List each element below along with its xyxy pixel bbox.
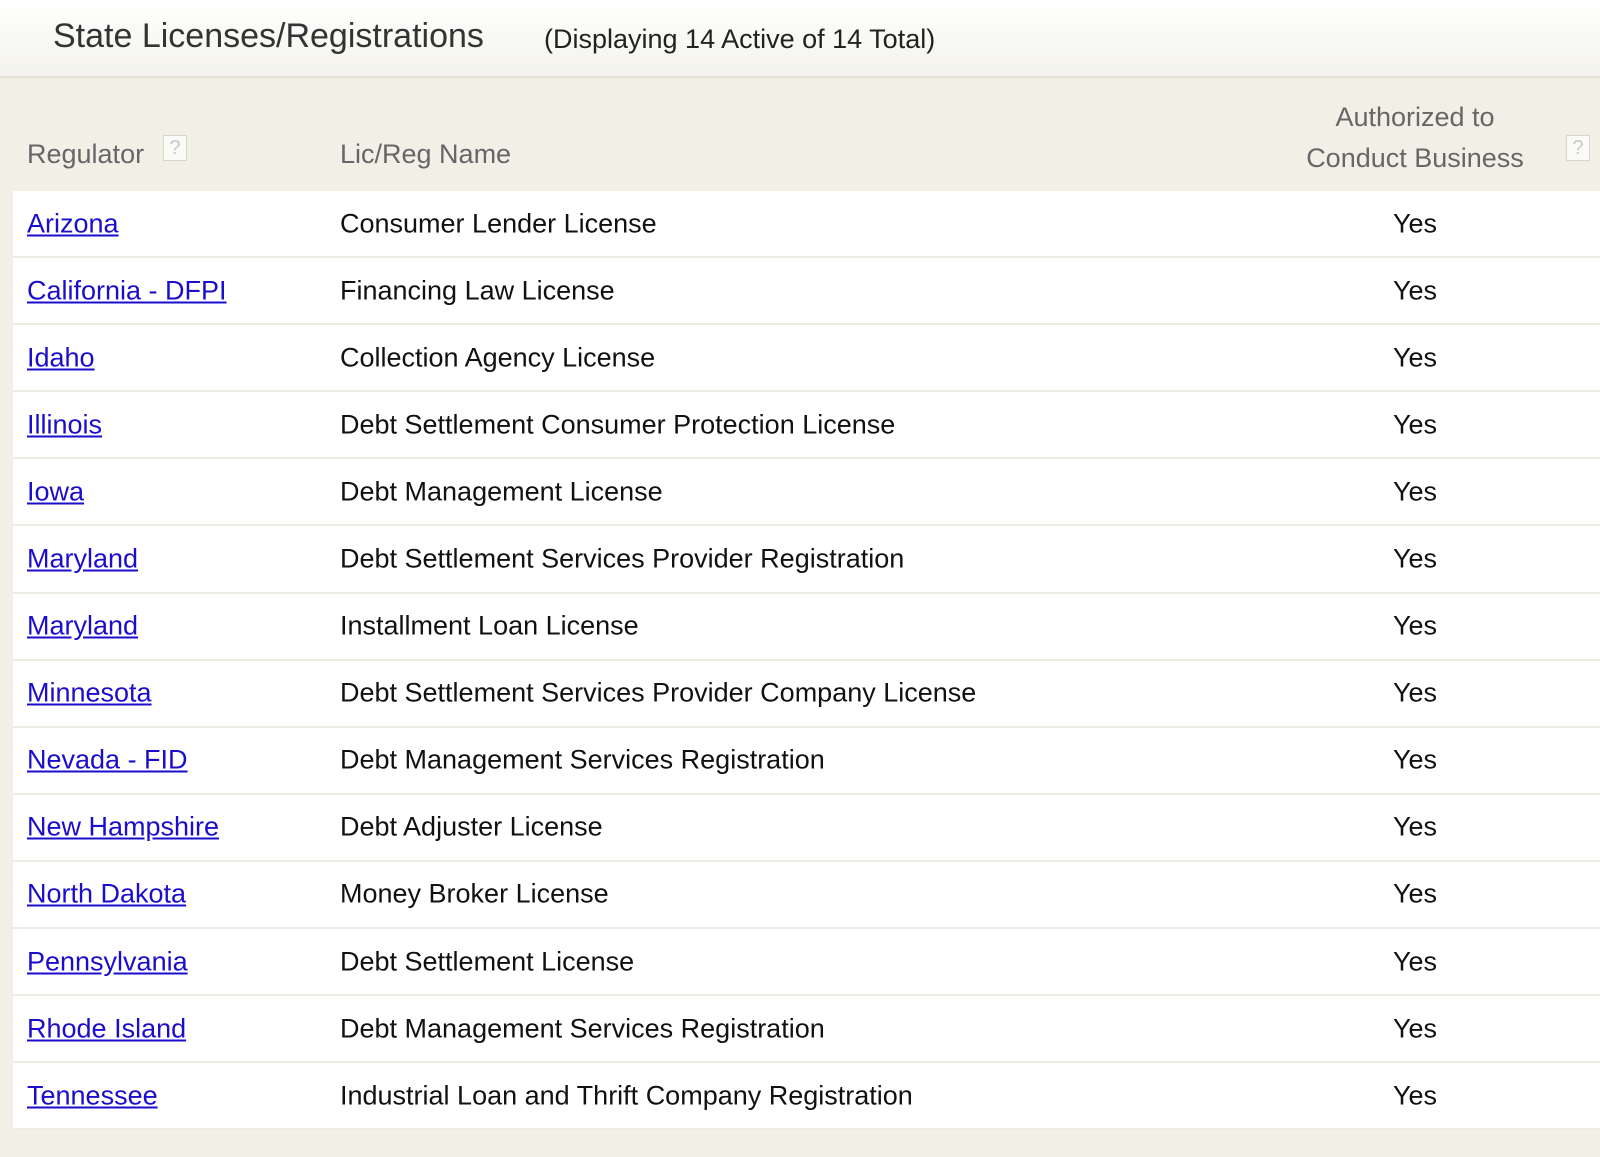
regulator-cell: Arizona [27,208,119,239]
table-row: Arizona Consumer Lender License Yes [13,191,1600,259]
regulator-link[interactable]: Illinois [27,409,102,439]
regulator-cell: California - DFPI [27,275,227,306]
authorized-cell: Yes [1392,946,1438,977]
column-header-authorized-line2: Conduct Business [1306,143,1524,173]
authorized-cell: Yes [1392,409,1438,440]
table-row: North Dakota Money Broker License Yes [13,861,1600,930]
section-header: State Licenses/Registrations (Displaying… [0,0,1600,78]
regulator-link[interactable]: Pennsylvania [27,946,188,976]
authorized-cell: Yes [1392,543,1438,574]
column-header-regulator: Regulator [27,139,145,169]
regulator-cell: Minnesota [27,678,152,709]
license-name-cell: Debt Management License [340,476,663,507]
authorized-cell: Yes [1392,476,1438,507]
regulator-link[interactable]: New Hampshire [27,812,219,842]
regulator-link[interactable]: Nevada - FID [27,745,188,775]
table-row: New Hampshire Debt Adjuster License Yes [13,794,1600,862]
regulator-help-icon[interactable]: ? [163,135,187,161]
authorized-cell: Yes [1392,1013,1438,1044]
regulator-cell: Nevada - FID [27,745,188,776]
table-row: Minnesota Debt Settlement Services Provid… [13,660,1600,728]
authorized-cell: Yes [1392,342,1438,373]
regulator-cell: Maryland [27,611,138,642]
licenses-table: Regulator ? Lic/Reg Name Authorized to C… [13,82,1600,1131]
table-row: Illinois Debt Settlement Consumer Protect… [13,392,1600,460]
license-name-cell: Debt Settlement License [340,946,635,977]
license-name-cell: Money Broker License [340,878,609,909]
license-name-cell: Debt Adjuster License [340,811,603,842]
column-header-authorized-line1: Authorized to [1335,102,1495,132]
table-header: Regulator ? Lic/Reg Name Authorized to C… [13,82,1600,191]
regulator-cell: Rhode Island [27,1013,186,1044]
table-row: Iowa Debt Management License Yes [13,459,1600,527]
authorized-cell: Yes [1392,811,1438,842]
table-row: Nevada - FID Debt Management Services Reg… [13,727,1600,795]
authorized-cell: Yes [1392,677,1438,708]
authorized-cell: Yes [1392,610,1438,641]
table-row: Idaho Collection Agency License Yes [13,325,1600,393]
license-name-cell: Debt Settlement Services Provider Compan… [340,677,977,708]
regulator-link[interactable]: North Dakota [27,879,186,909]
license-name-cell: Debt Management Services Registration [340,744,825,775]
column-header-authorized: Authorized to Conduct Business [1265,97,1565,179]
regulator-link[interactable]: Maryland [27,611,138,641]
license-name-cell: Debt Management Services Registration [340,1013,825,1044]
table-row: Maryland Installment Loan License Yes [13,593,1600,661]
regulator-link[interactable]: Rhode Island [27,1013,186,1043]
authorized-cell: Yes [1392,275,1438,306]
column-header-lic-reg-name: Lic/Reg Name [340,139,512,169]
regulator-link[interactable]: Minnesota [27,678,152,708]
regulator-cell: Idaho [27,342,95,373]
license-name-cell: Debt Settlement Services Provider Regist… [340,543,905,574]
regulator-link[interactable]: Iowa [27,476,84,506]
table-row: Tennessee Industrial Loan and Thrift Comp… [13,1063,1600,1131]
license-name-cell: Consumer Lender License [340,208,657,239]
authorized-cell: Yes [1392,208,1438,239]
authorized-cell: Yes [1392,744,1438,775]
authorized-cell: Yes [1392,1080,1438,1111]
section-title: State Licenses/Registrations [53,17,484,55]
regulator-link[interactable]: Arizona [27,208,119,238]
regulator-cell: New Hampshire [27,812,219,843]
authorized-cell: Yes [1392,878,1438,909]
regulator-link[interactable]: Idaho [27,342,95,372]
regulator-cell: North Dakota [27,879,186,910]
regulator-link[interactable]: Maryland [27,544,138,574]
table-row: California - DFPI Financing Law License Ye… [13,258,1600,326]
license-name-cell: Financing Law License [340,275,615,306]
license-name-cell: Installment Loan License [340,610,639,641]
license-name-cell: Industrial Loan and Thrift Company Regis… [340,1080,913,1111]
regulator-cell: Maryland [27,544,138,575]
regulator-link[interactable]: California - DFPI [27,275,227,305]
regulator-cell: Illinois [27,409,102,440]
table-row: Pennsylvania Debt Settlement License Yes [13,929,1600,997]
authorized-help-icon[interactable]: ? [1566,135,1590,161]
table-row: Rhode Island Debt Management Services Reg… [13,996,1600,1064]
table-row: Maryland Debt Settlement Services Provide… [13,526,1600,594]
regulator-cell: Pennsylvania [27,946,188,977]
regulator-link[interactable]: Tennessee [27,1080,158,1110]
licenses-page: State Licenses/Registrations (Displaying… [0,0,1600,1157]
table-body: Arizona Consumer Lender License Yes Califor… [13,191,1600,1131]
license-name-cell: Debt Settlement Consumer Protection Lice… [340,409,896,440]
license-name-cell: Collection Agency License [340,342,656,373]
regulator-cell: Iowa [27,476,84,507]
display-count: (Displaying 14 Active of 14 Total) [544,24,936,54]
regulator-cell: Tennessee [27,1080,158,1111]
